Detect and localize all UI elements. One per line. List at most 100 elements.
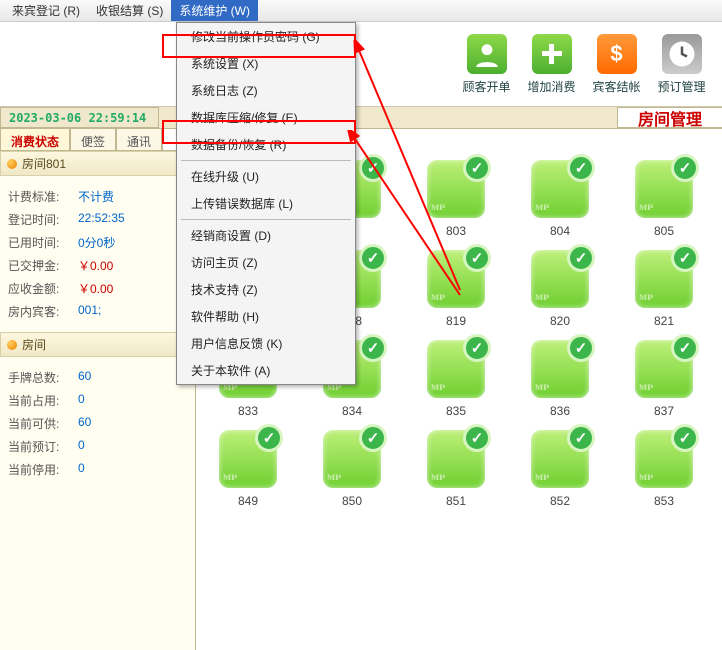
dropdown-item[interactable]: 技术支持 (Z) [177,276,355,303]
room-icon: ✓ᴍᴘ [635,160,693,218]
room-detail-list: 计费标准:不计费 登记时间:22:52:35 已用时间:0分0秒 已交押金:￥0… [0,176,195,332]
room-item[interactable]: ✓ᴍᴘ 821 [612,250,716,328]
room-item[interactable]: ✓ᴍᴘ 804 [508,160,612,238]
wave-icon: ᴍᴘ [639,199,654,214]
room-item[interactable]: ✓ᴍᴘ852 [508,430,612,508]
wave-icon: ᴍᴘ [639,379,654,394]
room-label: 851 [446,494,466,508]
room-label: 821 [654,314,674,328]
label-available: 当前可供: [8,415,78,432]
room-label: 820 [550,314,570,328]
wave-icon: ᴍᴘ [535,199,550,214]
wave-icon: ᴍᴘ [535,289,550,304]
dropdown-item[interactable]: 关于本软件 (A) [177,357,355,384]
check-icon: ✓ [359,424,387,452]
menu-separator [181,160,351,161]
left-panel: 房间801 计费标准:不计费 登记时间:22:52:35 已用时间:0分0秒 已… [0,150,196,650]
room-label: 852 [550,494,570,508]
room-item[interactable]: ✓ᴍᴘ819 [404,250,508,328]
value-billing-std: 不计费 [78,188,114,205]
room-item[interactable]: ✓ᴍᴘ 805 [612,160,716,238]
check-icon: ✓ [359,334,387,362]
room-stats-list: 手牌总数:60 当前占用:0 当前可供:60 当前预订:0 当前停用:0 [0,357,195,490]
room-label: 849 [238,494,258,508]
room-icon: ✓ᴍᴘ [635,430,693,488]
room-row: ✓ᴍᴘ849✓ᴍᴘ850✓ᴍᴘ851✓ᴍᴘ852✓ᴍᴘ853 [196,430,722,508]
dropdown-item[interactable]: 用户信息反馈 (K) [177,330,355,357]
value-guests: 001; [78,303,101,320]
dropdown-item[interactable]: 修改当前操作员密码 (G) [177,23,355,50]
room-item[interactable]: ✓ᴍᴘ 836 [508,340,612,418]
menu-system-maintain[interactable]: 系统维护 (W) [171,0,258,21]
label-guests: 房内宾客: [8,303,78,320]
wave-icon: ᴍᴘ [223,469,238,484]
dropdown-item[interactable]: 系统日志 (Z) [177,77,355,104]
room-label: 837 [654,404,674,418]
dropdown-item[interactable]: 在线升级 (U) [177,163,355,190]
dropdown-item[interactable]: 数据备份/恢复 (R) [177,131,355,158]
plus-icon [532,34,572,74]
dropdown-item[interactable]: 访问主页 (Z) [177,249,355,276]
dropdown-item[interactable]: 上传错误数据库 (L) [177,190,355,217]
menu-cashier[interactable]: 收银结算 (S) [88,0,171,21]
check-icon: ✓ [359,154,387,182]
room-item[interactable]: ✓ᴍᴘ820 [508,250,612,328]
dropdown-item[interactable]: 经销商设置 (D) [177,222,355,249]
bullet-icon [7,340,17,350]
room-item[interactable]: ✓ᴍᴘ849 [196,430,300,508]
room-label: 804 [550,224,570,238]
wave-icon: ᴍᴘ [639,469,654,484]
wave-icon: ᴍᴘ [431,379,446,394]
tool-reserve-mgmt[interactable]: 预订管理 [649,22,714,106]
tool-guest-checkout[interactable]: $ 宾客结帐 [584,22,649,106]
room-item[interactable]: ✓ᴍᴘ850 [300,430,404,508]
value-reserved: 0 [78,438,85,455]
label-reserved: 当前预订: [8,438,78,455]
room-icon: ✓ᴍᴘ [635,250,693,308]
tool-add-consume[interactable]: 增加消费 [519,22,584,106]
wave-icon: ᴍᴘ [327,469,342,484]
check-icon: ✓ [567,244,595,272]
value-disabled: 0 [78,461,85,478]
dropdown-item[interactable]: 软件帮助 (H) [177,303,355,330]
room-label: 803 [446,224,466,238]
dropdown-item[interactable]: 系统设置 (X) [177,50,355,77]
menu-guest-register[interactable]: 来宾登记 (R) [4,0,88,21]
room-label: 805 [654,224,674,238]
timestamp: 2023-03-06 22:59:14 [0,107,159,128]
tool-customer-open[interactable]: 顾客开单 [454,22,519,106]
wave-icon: ᴍᴘ [535,469,550,484]
room-item[interactable]: ✓ᴍᴘ803 [404,160,508,238]
dropdown-item[interactable]: 数据库压缩/修复 (E) [177,104,355,131]
check-icon: ✓ [567,154,595,182]
room-icon: ✓ᴍᴘ [531,340,589,398]
check-icon: ✓ [463,334,491,362]
bullet-icon [7,159,17,169]
room-item[interactable]: ✓ᴍᴘ837 [612,340,716,418]
value-receivable: ￥0.00 [78,280,113,297]
room-item[interactable]: ✓ᴍᴘ853 [612,430,716,508]
room-label: 836 [550,404,570,418]
money-icon: $ [597,34,637,74]
room-icon: ✓ᴍᴘ [427,430,485,488]
room-icon: ✓ᴍᴘ [531,160,589,218]
wave-icon: ᴍᴘ [431,199,446,214]
section-title: 房间801 [22,155,66,172]
value-deposit: ￥0.00 [78,257,113,274]
label-used-time: 已用时间: [8,234,78,251]
menu-separator [181,219,351,220]
check-icon: ✓ [671,154,699,182]
value-total: 60 [78,369,91,386]
check-icon: ✓ [567,334,595,362]
room-label: 834 [342,404,362,418]
check-icon: ✓ [463,154,491,182]
room-icon: ✓ᴍᴘ [427,340,485,398]
room-item[interactable]: ✓ᴍᴘ 851 [404,430,508,508]
check-icon: ✓ [671,334,699,362]
section-room-stats[interactable]: 房间 [0,332,195,357]
section-room-detail[interactable]: 房间801 [0,151,195,176]
room-item[interactable]: ✓ᴍᴘ835 [404,340,508,418]
user-icon [467,34,507,74]
label-deposit: 已交押金: [8,257,78,274]
tool-label: 增加消费 [527,78,575,95]
